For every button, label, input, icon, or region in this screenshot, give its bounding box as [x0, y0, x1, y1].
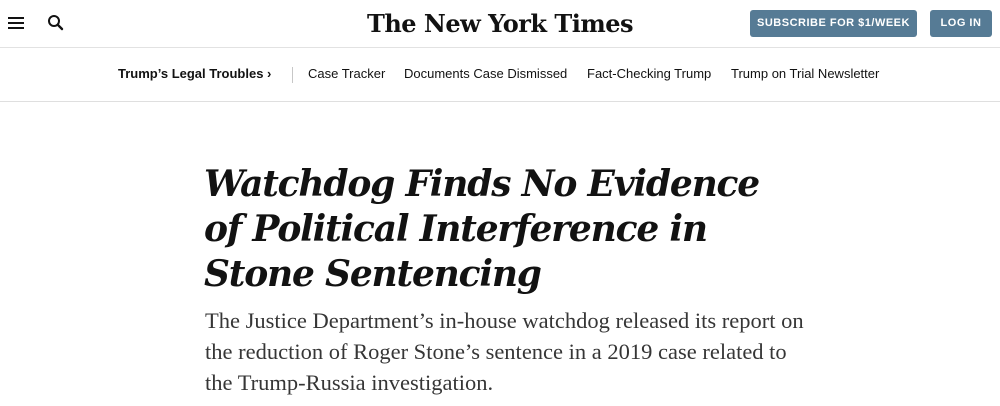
top-bar: The New York Times SUBSCRIBE FOR $1/WEEK… — [0, 0, 1000, 48]
subscribe-button[interactable]: SUBSCRIBE FOR $1/WEEK — [750, 10, 917, 37]
section-link-legal-troubles[interactable]: Trump’s Legal Troubles › — [118, 66, 271, 82]
search-icon[interactable] — [47, 14, 65, 32]
nav-link-case-tracker[interactable]: Case Tracker — [308, 66, 385, 82]
nav-link-fact-checking-trump[interactable]: Fact-Checking Trump — [587, 66, 711, 82]
article-summary: The Justice Department’s in-house watchd… — [205, 308, 804, 395]
nav-divider — [0, 101, 1000, 102]
site-logo[interactable]: The New York Times — [360, 8, 640, 40]
nav-separator — [292, 67, 293, 83]
section-nav: Trump’s Legal Troubles › Case Tracker Do… — [0, 48, 1000, 102]
login-button[interactable]: LOG IN — [930, 10, 992, 37]
article-headline: Watchdog Finds No Evidence of Political … — [204, 163, 760, 295]
nav-link-trump-on-trial-newsletter[interactable]: Trump on Trial Newsletter — [731, 66, 879, 82]
nav-link-documents-case-dismissed[interactable]: Documents Case Dismissed — [404, 66, 567, 82]
hamburger-menu-icon[interactable] — [8, 16, 24, 30]
